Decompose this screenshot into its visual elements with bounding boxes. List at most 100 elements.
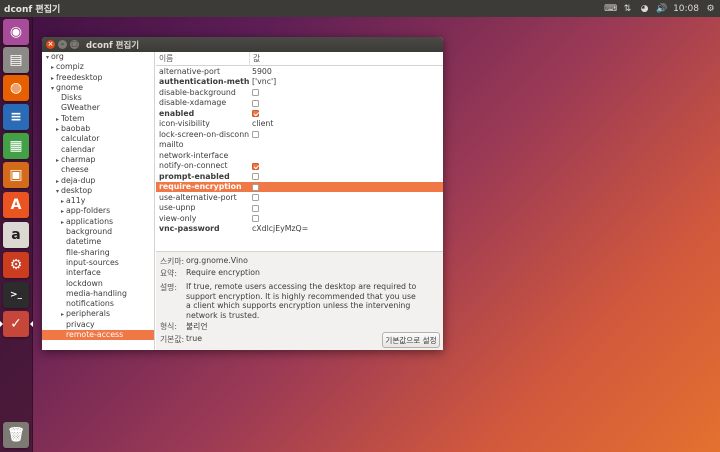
launcher-software-center-icon[interactable]: A bbox=[3, 192, 29, 218]
focused-indicator-icon bbox=[30, 321, 33, 327]
window-title: dconf 편집기 bbox=[86, 40, 140, 51]
maximize-icon[interactable]: □ bbox=[70, 40, 79, 49]
tree-item-applications[interactable]: ▸ applications bbox=[42, 217, 154, 227]
key-info-panel: 스키마: org.gnome.Vino 요약: Require encrypti… bbox=[156, 251, 443, 350]
key-name: use-alternative-port bbox=[159, 192, 237, 202]
key-value-checkbox[interactable] bbox=[252, 204, 259, 212]
key-value[interactable]: cXdlcjEyMzQ= bbox=[249, 224, 308, 233]
launcher-terminal-icon[interactable]: >_ bbox=[3, 282, 29, 308]
clock[interactable]: 10:08 bbox=[673, 4, 699, 14]
chrome-icon[interactable]: ◕ bbox=[639, 3, 650, 14]
type-row: 형식: 불리언 bbox=[160, 321, 426, 332]
key-value bbox=[249, 161, 259, 170]
key-row-use-upnp[interactable]: use-upnp bbox=[156, 203, 443, 214]
tree-item-org[interactable]: ▾ org bbox=[42, 52, 154, 62]
volume-icon[interactable]: 🔊 bbox=[656, 3, 667, 14]
key-value[interactable]: ['vnc'] bbox=[249, 77, 276, 86]
key-name: alternative-port bbox=[159, 66, 221, 76]
key-row-network-interface[interactable]: network-interface bbox=[156, 150, 443, 161]
key-name: require-encryption bbox=[159, 182, 242, 192]
tree-item-peripherals[interactable]: ▸ peripherals bbox=[42, 309, 154, 319]
launcher-system-settings-icon[interactable]: ⚙ bbox=[3, 252, 29, 278]
key-row-view-only[interactable]: view-only bbox=[156, 213, 443, 224]
tree-item-calendar[interactable]: calendar bbox=[42, 145, 154, 155]
key-row-icon-visibility[interactable]: icon-visibility client bbox=[156, 119, 443, 130]
tree-item-gweather[interactable]: GWeather bbox=[42, 103, 154, 113]
key-value-checkbox[interactable] bbox=[252, 162, 259, 170]
network-icon[interactable]: ⇅ bbox=[622, 3, 633, 14]
tree-item-cheese[interactable]: cheese bbox=[42, 165, 154, 175]
key-value bbox=[249, 130, 259, 139]
key-row-disable-background[interactable]: disable-background bbox=[156, 87, 443, 98]
launcher-libreoffice-calc-icon[interactable]: ▦ bbox=[3, 133, 29, 159]
tree-item-privacy[interactable]: privacy bbox=[42, 320, 154, 330]
window-titlebar[interactable]: × – □ dconf 편집기 bbox=[42, 37, 443, 52]
key-row-mailto[interactable]: mailto bbox=[156, 140, 443, 151]
key-value-checkbox[interactable] bbox=[252, 194, 259, 202]
key-row-vnc-password[interactable]: vnc-password cXdlcjEyMzQ= bbox=[156, 224, 443, 235]
key-value-checkbox[interactable] bbox=[252, 215, 259, 223]
tree-item-charmap[interactable]: ▸ charmap bbox=[42, 155, 154, 165]
key-row-require-encryption[interactable]: require-encryption bbox=[156, 181, 443, 192]
key-row-use-alternative-port[interactable]: use-alternative-port bbox=[156, 192, 443, 203]
tree-item-datetime[interactable]: datetime bbox=[42, 237, 154, 247]
tree-item-compiz[interactable]: ▸ compiz bbox=[42, 62, 154, 72]
launcher-dconf-editor-icon[interactable]: ✓ bbox=[3, 311, 29, 337]
column-header-value[interactable]: 값 bbox=[249, 51, 260, 66]
tree-item-input-sources[interactable]: input-sources bbox=[42, 258, 154, 268]
key-value-checkbox[interactable] bbox=[252, 110, 259, 118]
tree-item-label: applications bbox=[66, 216, 114, 226]
tree-item-file-sharing[interactable]: file-sharing bbox=[42, 248, 154, 258]
minimize-icon[interactable]: – bbox=[58, 40, 67, 49]
key-row-authentication-methods[interactable]: authentication-methods['vnc'] bbox=[156, 77, 443, 88]
tree-item-baobab[interactable]: ▸ baobab bbox=[42, 124, 154, 134]
key-row-lock-screen-on-disconnect[interactable]: lock-screen-on-disconnect bbox=[156, 129, 443, 140]
launcher-dash-home-icon[interactable]: ◉ bbox=[3, 19, 29, 45]
tree-item-freedesktop[interactable]: ▸ freedesktop bbox=[42, 73, 154, 83]
tree-item-media-handling[interactable]: media-handling bbox=[42, 289, 154, 299]
running-indicator-icon bbox=[0, 321, 3, 327]
tree-item-background[interactable]: background bbox=[42, 227, 154, 237]
tree-item-remote-access[interactable]: remote-access bbox=[42, 330, 154, 341]
schema-tree: ▾ org ▸ compiz ▸ freedesktop ▾ gnome Disks GWeath… bbox=[42, 52, 155, 350]
tree-item-lockdown[interactable]: lockdown bbox=[42, 279, 154, 289]
key-value-checkbox[interactable] bbox=[252, 89, 259, 97]
launcher-libreoffice-writer-icon[interactable]: ≡ bbox=[3, 104, 29, 130]
tree-item-interface[interactable]: interface bbox=[42, 268, 154, 278]
key-row-notify-on-connect[interactable]: notify-on-connect bbox=[156, 161, 443, 172]
launcher-libreoffice-impress-icon[interactable]: ▣ bbox=[3, 162, 29, 188]
tree-item-gnome[interactable]: ▾ gnome bbox=[42, 83, 154, 93]
summary-value: Require encryption bbox=[186, 268, 260, 277]
column-header-name[interactable]: 이름 bbox=[156, 53, 249, 64]
launcher-files-icon[interactable]: ▤ bbox=[3, 47, 29, 73]
launcher-trash-icon[interactable]: 🗑 bbox=[3, 422, 29, 448]
tree-item-disks[interactable]: Disks bbox=[42, 93, 154, 103]
launcher-firefox-icon[interactable]: ◍ bbox=[3, 75, 29, 101]
tree-item-label: gnome bbox=[56, 82, 84, 92]
key-value-checkbox[interactable] bbox=[252, 173, 259, 181]
key-row-prompt-enabled[interactable]: prompt-enabled bbox=[156, 171, 443, 182]
key-row-enabled[interactable]: enabled bbox=[156, 108, 443, 119]
tree-item-a11y[interactable]: ▸ a11y bbox=[42, 196, 154, 206]
key-value-checkbox[interactable] bbox=[252, 99, 259, 107]
key-value bbox=[249, 172, 259, 181]
tree-item-label: media-handling bbox=[66, 288, 127, 298]
key-row-alternative-port[interactable]: alternative-port 5900 bbox=[156, 66, 443, 77]
key-value[interactable]: 5900 bbox=[249, 67, 272, 76]
tree-item-deja-dup[interactable]: ▸ deja-dup bbox=[42, 176, 154, 186]
tree-item-calculator[interactable]: calculator bbox=[42, 134, 154, 144]
tree-item-app-folders[interactable]: ▸ app-folders bbox=[42, 206, 154, 216]
key-row-disable-xdamage[interactable]: disable-xdamage bbox=[156, 98, 443, 109]
launcher-amazon-icon[interactable]: a bbox=[3, 222, 29, 248]
gear-icon[interactable]: ⚙ bbox=[705, 3, 716, 14]
set-to-default-button[interactable]: 기본값으로 설정 bbox=[382, 332, 440, 348]
key-name: icon-visibility bbox=[159, 119, 210, 129]
tree-item-notifications[interactable]: notifications bbox=[42, 299, 154, 309]
tree-item-totem[interactable]: ▸ Totem bbox=[42, 114, 154, 124]
key-value[interactable]: client bbox=[249, 119, 273, 128]
close-icon[interactable]: × bbox=[46, 40, 55, 49]
tree-item-desktop[interactable]: ▾ desktop bbox=[42, 186, 154, 196]
key-value-checkbox[interactable] bbox=[252, 183, 259, 191]
keyboard-icon[interactable]: ⌨ bbox=[604, 3, 617, 14]
key-value-checkbox[interactable] bbox=[252, 131, 259, 139]
